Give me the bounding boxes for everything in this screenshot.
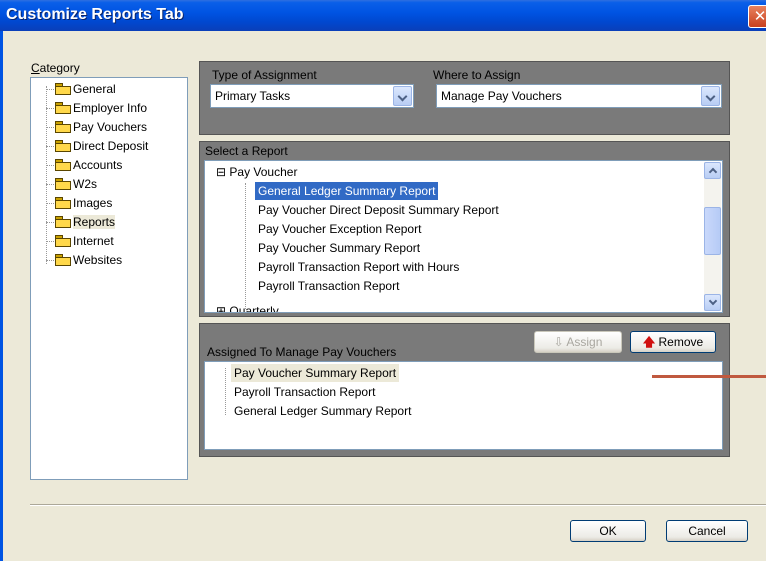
close-icon[interactable]: ✕ xyxy=(748,5,766,28)
folder-icon xyxy=(55,216,71,228)
folder-icon xyxy=(55,159,71,171)
assign-button-label: Assign xyxy=(566,335,603,349)
assigned-list[interactable]: Pay Voucher Summary Report Payroll Trans… xyxy=(204,361,723,450)
assigned-item[interactable]: General Ledger Summary Report xyxy=(231,402,414,420)
report-item[interactable]: Pay Voucher Summary Report xyxy=(255,239,423,257)
tree-connector xyxy=(245,183,246,309)
folder-icon xyxy=(55,121,71,133)
folder-icon xyxy=(55,197,71,209)
tree-connector xyxy=(46,146,54,147)
remove-button[interactable]: 🡅 Remove xyxy=(630,331,716,353)
folder-icon xyxy=(55,83,71,95)
assigned-label: Assigned To Manage Pay Vouchers xyxy=(207,345,397,359)
folder-icon xyxy=(55,140,71,152)
assigned-item[interactable]: Payroll Transaction Report xyxy=(231,383,378,401)
category-label-accesskey: C xyxy=(31,61,40,75)
report-tree[interactable]: ⊟ Pay Voucher General Ledger Summary Rep… xyxy=(204,160,723,313)
where-to-assign-label: Where to Assign xyxy=(433,68,521,82)
assigned-item[interactable]: Pay Voucher Summary Report xyxy=(231,364,400,382)
window-title: Customize Reports Tab xyxy=(6,6,184,23)
folder-icon xyxy=(55,102,71,114)
arrow-down-icon: ⇩ xyxy=(553,335,564,349)
scroll-up-icon[interactable] xyxy=(704,162,721,179)
chevron-down-icon[interactable] xyxy=(701,86,720,106)
category-item-general[interactable]: General xyxy=(55,80,116,98)
type-of-assignment-select[interactable]: Primary Tasks xyxy=(210,84,414,108)
category-tree[interactable]: General Employer Info Pay Vouchers Direc… xyxy=(30,77,188,480)
folder-icon xyxy=(55,235,71,247)
folder-icon xyxy=(55,178,71,190)
category-label: Category xyxy=(31,61,80,75)
report-item[interactable]: General Ledger Summary Report xyxy=(253,181,440,201)
category-item-websites[interactable]: Websites xyxy=(55,251,122,269)
assignment-panel: Type of Assignment Where to Assign Prima… xyxy=(199,61,730,135)
tree-connector xyxy=(46,260,54,261)
cancel-button[interactable]: Cancel xyxy=(666,520,748,542)
category-item-accounts[interactable]: Accounts xyxy=(55,156,122,174)
tree-group-pay-voucher[interactable]: ⊟ Pay Voucher xyxy=(213,163,300,181)
category-label-text: ategory xyxy=(39,61,80,75)
tree-group-label: Quarterly xyxy=(229,304,279,313)
select-report-label: Select a Report xyxy=(205,144,288,158)
tree-connector xyxy=(46,89,54,90)
where-to-assign-select[interactable]: Manage Pay Vouchers xyxy=(436,84,722,108)
report-item[interactable]: Pay Voucher Exception Report xyxy=(255,220,424,238)
expand-icon[interactable]: ⊞ xyxy=(216,304,226,312)
chevron-down-icon[interactable] xyxy=(393,86,412,106)
arrow-up-icon: 🡅 xyxy=(642,335,656,349)
category-item-reports[interactable]: Reports xyxy=(55,213,116,231)
tree-group-quarterly[interactable]: ⊞ Quarterly xyxy=(213,300,282,313)
where-to-assign-value: Manage Pay Vouchers xyxy=(441,89,562,103)
tree-connector xyxy=(46,241,54,242)
title-bar: Customize Reports Tab ✕ xyxy=(0,0,766,31)
tree-connector xyxy=(46,86,47,264)
assign-button[interactable]: ⇩ Assign xyxy=(534,331,622,353)
select-report-panel: Select a Report ⊟ Pay Voucher General Le… xyxy=(199,141,730,317)
assigned-panel: Assigned To Manage Pay Vouchers ⇩ Assign… xyxy=(199,323,730,457)
collapse-icon[interactable]: ⊟ xyxy=(216,165,226,179)
remove-button-label: Remove xyxy=(658,335,704,349)
category-item-internet[interactable]: Internet xyxy=(55,232,114,250)
report-item[interactable]: Pay Voucher Direct Deposit Summary Repor… xyxy=(255,201,502,219)
window-frame-left xyxy=(0,31,3,561)
report-scrollbar[interactable] xyxy=(704,162,721,311)
tree-group-label: Pay Voucher xyxy=(229,165,298,179)
tree-connector xyxy=(46,184,54,185)
tree-connector xyxy=(46,127,54,128)
scroll-thumb[interactable] xyxy=(704,207,721,255)
category-item-pay-vouchers[interactable]: Pay Vouchers xyxy=(55,118,147,136)
tree-connector xyxy=(46,222,54,223)
type-of-assignment-label: Type of Assignment xyxy=(212,68,317,82)
tree-connector xyxy=(46,203,54,204)
scroll-down-icon[interactable] xyxy=(704,294,721,311)
ok-button[interactable]: OK xyxy=(570,520,646,542)
footer-separator xyxy=(30,504,766,506)
tree-connector xyxy=(46,165,54,166)
type-of-assignment-value: Primary Tasks xyxy=(215,89,291,103)
category-item-w2s[interactable]: W2s xyxy=(55,175,97,193)
tree-connector xyxy=(225,368,226,415)
annotation-pointer xyxy=(652,375,766,378)
tree-connector xyxy=(46,108,54,109)
report-item[interactable]: Payroll Transaction Report xyxy=(255,277,402,295)
folder-icon xyxy=(55,254,71,266)
category-item-images[interactable]: Images xyxy=(55,194,112,212)
report-item[interactable]: Payroll Transaction Report with Hours xyxy=(255,258,462,276)
category-item-employer-info[interactable]: Employer Info xyxy=(55,99,147,117)
category-item-direct-deposit[interactable]: Direct Deposit xyxy=(55,137,148,155)
